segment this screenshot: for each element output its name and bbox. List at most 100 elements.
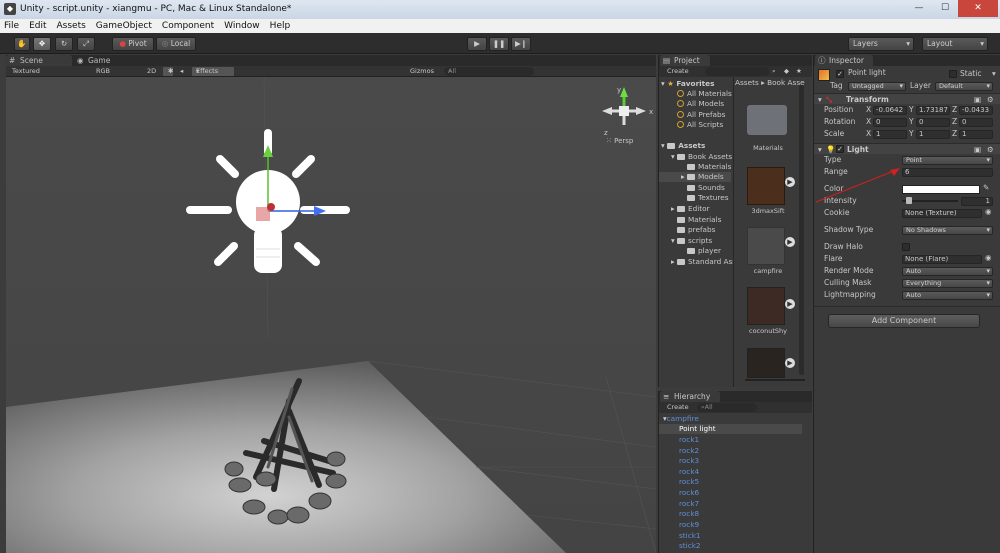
render-mode-dropdown[interactable]: RGB <box>96 66 110 77</box>
lighting-toggle[interactable]: ✱ <box>163 67 173 76</box>
project-search-input[interactable] <box>705 67 769 76</box>
position-x-field[interactable]: -0.0642 <box>873 106 907 115</box>
tree-item-sounds[interactable]: Sounds <box>687 183 725 193</box>
help-icon[interactable]: ▣ <box>974 145 981 155</box>
tree-item-prefabs[interactable]: prefabs <box>677 225 715 235</box>
close-button[interactable]: ✕ <box>958 0 998 17</box>
model-thumbnail-3dmax[interactable] <box>747 167 785 205</box>
hierarchy-item[interactable]: rock1 <box>679 435 699 445</box>
scene-search-input[interactable]: ⌕ All <box>444 67 534 76</box>
search-icon[interactable]: ⌕ <box>772 66 776 77</box>
hierarchy-item[interactable]: rock4 <box>679 467 699 477</box>
hierarchy-item[interactable]: rock2 <box>679 446 699 456</box>
pause-button[interactable]: ❚❚ <box>489 37 509 51</box>
tree-item-materials-root[interactable]: Materials <box>677 215 721 225</box>
tab-scene[interactable]: # Scene <box>6 55 72 66</box>
tree-item-materials[interactable]: Materials <box>687 162 731 172</box>
hierarchy-item[interactable]: rock8 <box>679 509 699 519</box>
color-swatch[interactable] <box>902 185 980 194</box>
hierarchy-item[interactable]: rock3 <box>679 456 699 466</box>
gear-icon[interactable]: ⚙ <box>987 95 994 105</box>
favorite-item[interactable]: All Models <box>677 99 724 109</box>
play-preview-icon[interactable]: ▶ <box>785 299 795 309</box>
hierarchy-item[interactable]: stick2 <box>679 541 701 551</box>
tab-project[interactable]: ▤ Project <box>660 55 710 66</box>
model-thumbnail-partial[interactable] <box>747 348 785 378</box>
hierarchy-item[interactable]: rock9 <box>679 520 699 530</box>
play-button[interactable]: ▶ <box>467 37 487 51</box>
static-checkbox[interactable] <box>949 70 957 78</box>
rotate-tool-button[interactable]: ↻ <box>55 37 73 51</box>
menu-assets[interactable]: Assets <box>57 19 86 33</box>
rotation-z-field[interactable]: 0 <box>959 118 993 127</box>
eyedropper-icon[interactable]: ✎ <box>983 183 989 193</box>
favorites-header[interactable]: ▾ ★ Favorites <box>661 79 714 89</box>
object-name-field[interactable]: Point light <box>846 69 942 79</box>
light-enabled-checkbox[interactable]: ✓ <box>836 145 844 153</box>
flare-field[interactable]: None (Flare) <box>902 255 982 264</box>
tree-item-editor[interactable]: ▸ Editor <box>671 204 710 214</box>
maximize-button[interactable]: ☐ <box>932 0 958 17</box>
model-thumbnail-campfire[interactable] <box>747 227 785 265</box>
type-dropdown[interactable]: Point <box>902 156 993 165</box>
active-checkbox[interactable]: ✓ <box>836 70 844 78</box>
play-preview-icon[interactable]: ▶ <box>785 237 795 247</box>
filter-icon[interactable]: ◆ <box>784 66 789 77</box>
menu-window[interactable]: Window <box>224 19 260 33</box>
scale-tool-button[interactable]: ⤢ <box>77 37 95 51</box>
play-preview-icon[interactable]: ▶ <box>785 358 795 368</box>
hierarchy-item-selected[interactable]: Point light <box>659 424 802 434</box>
hierarchy-root-campfire[interactable]: ▾campfire <box>663 414 699 424</box>
layers-dropdown[interactable]: Layers ▾ <box>848 37 914 51</box>
range-field[interactable]: 6 <box>902 168 993 177</box>
intensity-field[interactable]: 1 <box>961 197 993 206</box>
scale-x-field[interactable]: 1 <box>873 130 907 139</box>
render-mode-dropdown[interactable]: Auto <box>902 267 993 276</box>
2d-toggle[interactable]: 2D <box>147 66 156 77</box>
thumbnail-size-slider[interactable] <box>745 379 805 381</box>
hierarchy-search-input[interactable]: ⌕All <box>697 403 757 412</box>
scale-z-field[interactable]: 1 <box>959 130 993 139</box>
pivot-toggle[interactable]: ● Pivot <box>112 37 154 51</box>
effects-dropdown[interactable]: Effects ▾ <box>192 67 234 76</box>
star-icon[interactable]: ★ <box>796 66 802 77</box>
tab-game[interactable]: ◉ Game <box>74 55 134 66</box>
position-y-field[interactable]: 1.73187 <box>916 106 950 115</box>
minimize-button[interactable]: — <box>906 0 932 17</box>
layout-dropdown[interactable]: Layout ▾ <box>922 37 988 51</box>
hierarchy-item[interactable]: rock7 <box>679 499 699 509</box>
light-header[interactable]: ▾ 💡 ✓ Light ▣ ⚙ <box>814 143 1000 154</box>
lightmapping-dropdown[interactable]: Auto <box>902 291 993 300</box>
cookie-field[interactable]: None (Texture) <box>902 209 982 218</box>
hierarchy-item[interactable]: stick1 <box>679 531 701 541</box>
assets-header[interactable]: ▾ Assets <box>661 141 705 151</box>
hand-tool-button[interactable]: ✋ <box>14 37 30 51</box>
project-scrollbar[interactable] <box>799 85 804 375</box>
tree-item-scripts[interactable]: ▾ scripts <box>671 236 712 246</box>
tag-dropdown[interactable]: Untagged <box>848 82 906 91</box>
menu-component[interactable]: Component <box>162 19 214 33</box>
tree-item-standard-assets[interactable]: ▸ Standard Assets <box>671 257 733 267</box>
position-z-field[interactable]: -0.0433 <box>959 106 993 115</box>
object-picker-icon[interactable]: ◉ <box>985 207 992 217</box>
tree-item-textures[interactable]: Textures <box>687 193 729 203</box>
tree-item-book-assets[interactable]: ▾ Book Assets <box>671 152 732 162</box>
favorite-item[interactable]: All Materials <box>677 89 732 99</box>
tree-item-player[interactable]: player <box>687 246 721 256</box>
culling-mask-dropdown[interactable]: Everything <box>902 279 993 288</box>
rotation-y-field[interactable]: 0 <box>916 118 950 127</box>
menu-file[interactable]: File <box>4 19 19 33</box>
folder-thumbnail-icon[interactable] <box>747 105 787 135</box>
rotation-x-field[interactable]: 0 <box>873 118 907 127</box>
gizmos-dropdown[interactable]: Gizmos <box>410 66 434 77</box>
favorite-item[interactable]: All Scripts <box>677 120 723 130</box>
menu-gameobject[interactable]: GameObject <box>96 19 152 33</box>
play-preview-icon[interactable]: ▶ <box>785 177 795 187</box>
object-picker-icon[interactable]: ◉ <box>985 253 992 263</box>
tab-inspector[interactable]: ⓘ Inspector <box>815 55 873 66</box>
static-dropdown-icon[interactable]: ▾ <box>992 69 996 79</box>
step-button[interactable]: ▶❙ <box>511 37 531 51</box>
shadow-type-dropdown[interactable]: No Shadows <box>902 226 993 235</box>
tree-item-models[interactable]: ▸ Models <box>659 172 731 182</box>
hierarchy-item[interactable]: rock6 <box>679 488 699 498</box>
